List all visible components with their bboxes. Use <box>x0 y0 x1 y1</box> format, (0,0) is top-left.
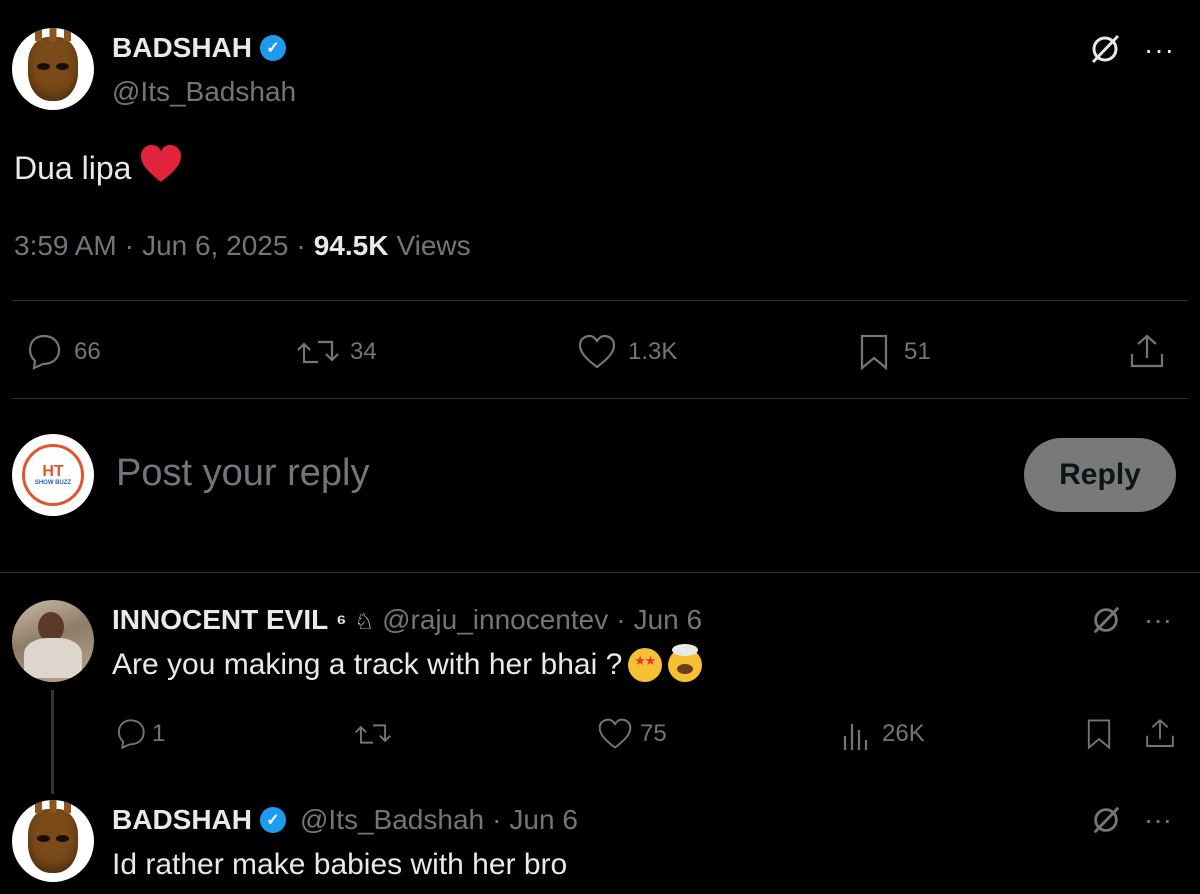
more-options-icon[interactable]: ··· <box>1144 604 1172 636</box>
reply-author-name[interactable]: BADSHAH <box>112 804 252 836</box>
meta-separator: · <box>296 230 306 261</box>
reply-input[interactable]: Post your reply <box>116 452 996 495</box>
bookmark-count: 51 <box>904 338 931 365</box>
author-name[interactable]: BADSHAH <box>112 32 252 64</box>
exploding-head-emoji-icon <box>668 644 703 682</box>
reply-author-suffix: ⁶ <box>336 609 347 634</box>
share-action[interactable] <box>1126 332 1168 372</box>
meta-separator: · <box>616 604 626 635</box>
reply-header: INNOCENT EVIL ⁶ ♘ @raju_innocentev · Jun… <box>112 604 702 636</box>
like-count: 75 <box>640 720 667 747</box>
reply-author-name[interactable]: INNOCENT EVIL <box>112 604 328 636</box>
divider <box>0 572 1200 573</box>
tweet-time[interactable]: 3:59 AM <box>14 230 117 262</box>
reply-author-handle[interactable]: @raju_innocentev <box>382 604 608 636</box>
reply-icon <box>28 334 61 370</box>
repost-icon <box>297 340 339 364</box>
owl-icon: ♘ <box>354 609 375 634</box>
tweet-meta: 3:59 AM · Jun 6, 2025 · 94.5K Views <box>14 230 471 262</box>
share-icon <box>1146 719 1174 747</box>
share-action[interactable] <box>1142 716 1178 752</box>
verified-badge-icon: ✓ <box>260 35 286 61</box>
red-heart-icon <box>139 144 183 192</box>
grok-icon[interactable] <box>1088 32 1122 71</box>
heart-outline-icon <box>578 334 616 369</box>
star-struck-emoji-icon <box>628 648 663 682</box>
heart-outline-icon <box>598 718 632 749</box>
grok-icon[interactable] <box>1090 604 1122 641</box>
verified-badge-icon: ✓ <box>260 807 286 833</box>
divider <box>12 300 1188 301</box>
reply-avatar[interactable] <box>12 600 94 682</box>
tweet-text: Dua lipa <box>14 144 183 192</box>
reply-text: Id rather make babies with her bro <box>112 848 568 881</box>
reply-text-body: Are you making a track with her bhai ? <box>112 648 623 681</box>
composer-avatar-logo: HT <box>42 463 64 480</box>
repost-action[interactable] <box>354 716 392 752</box>
reply-action[interactable]: 66 <box>22 332 101 372</box>
author-avatar[interactable] <box>12 28 94 110</box>
author-name-row: BADSHAH ✓ <box>112 32 286 64</box>
views-label: Views <box>396 230 471 261</box>
tweet-text-body: Dua lipa <box>14 149 132 186</box>
repost-count: 34 <box>350 338 377 365</box>
views-chart-icon <box>843 724 868 750</box>
reply-text: Are you making a track with her bhai ? <box>112 644 703 682</box>
views-count: 94.5K <box>313 230 389 261</box>
bookmark-icon <box>860 334 888 371</box>
views-action[interactable]: 26K <box>842 716 925 752</box>
reply-count: 66 <box>74 338 101 365</box>
reply-icon <box>117 719 145 750</box>
composer-avatar-sublogo: SHOW BUZZ <box>34 480 72 486</box>
repost-icon <box>355 724 391 744</box>
bookmark-icon <box>1087 719 1111 750</box>
thread-line <box>51 690 54 794</box>
reply-date[interactable]: Jun 6 <box>634 604 703 636</box>
views-count: 26K <box>882 720 925 747</box>
reply-action[interactable]: 1 <box>112 716 165 752</box>
bookmark-action[interactable]: 51 <box>854 332 931 372</box>
reply-avatar[interactable] <box>12 800 94 882</box>
like-action[interactable]: 75 <box>596 716 667 752</box>
reply-button[interactable]: Reply <box>1024 438 1176 512</box>
composer-avatar[interactable]: HT SHOW BUZZ <box>12 434 94 516</box>
reply-header: BADSHAH ✓ @Its_Badshah · Jun 6 <box>112 804 578 836</box>
more-options-icon[interactable]: ··· <box>1144 804 1172 836</box>
repost-action[interactable]: 34 <box>296 332 377 372</box>
like-action[interactable]: 1.3K <box>576 332 677 372</box>
reply-count: 1 <box>152 720 166 747</box>
divider <box>12 398 1188 399</box>
reply-date[interactable]: Jun 6 <box>509 804 578 836</box>
meta-separator: · <box>492 804 502 835</box>
more-options-icon[interactable]: ··· <box>1144 34 1175 66</box>
like-count: 1.3K <box>628 338 678 365</box>
tweet-date[interactable]: Jun 6, 2025 <box>142 230 288 262</box>
reply-author-handle[interactable]: @Its_Badshah <box>300 804 484 836</box>
share-icon <box>1130 334 1164 368</box>
bookmark-action[interactable] <box>1082 716 1116 752</box>
author-handle[interactable]: @Its_Badshah <box>112 76 296 108</box>
meta-separator: · <box>124 230 135 261</box>
grok-icon[interactable] <box>1090 804 1122 841</box>
